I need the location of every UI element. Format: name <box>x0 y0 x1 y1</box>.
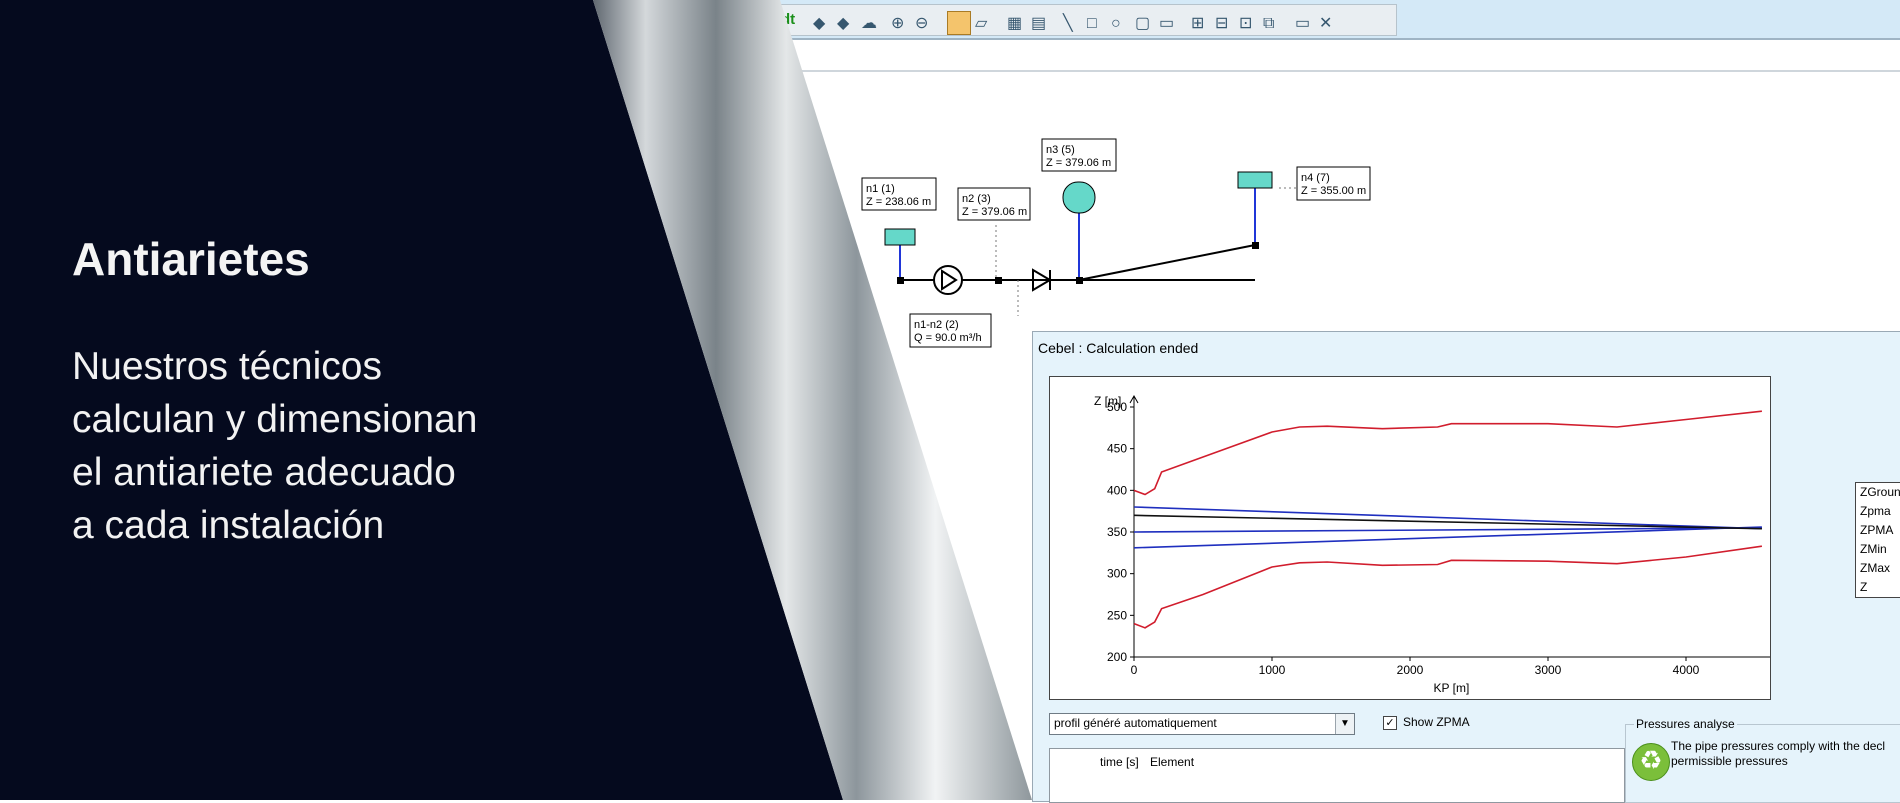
legend-entry: Z <box>1860 580 1868 594</box>
node-marker[interactable] <box>1252 242 1259 249</box>
x-tick-label: 2000 <box>1397 663 1424 677</box>
chart-svg: 2002503003504004505000100020003000400050… <box>1094 394 1838 695</box>
series-line <box>1133 545 1763 629</box>
chart-series <box>1133 410 1763 629</box>
node-name: n2 (3) <box>962 193 991 205</box>
series-line <box>1133 410 1762 496</box>
node-marker[interactable] <box>1076 277 1083 284</box>
y-tick-label: 400 <box>1107 483 1127 497</box>
pipe-flow: Q = 90.0 m³/h <box>914 332 982 344</box>
x-tick-label: 0 <box>1131 663 1138 677</box>
show-zpma-checkbox[interactable]: ✓ <box>1383 716 1397 730</box>
pressures-analysis-title: Pressures analyse <box>1634 717 1737 731</box>
tank-icon[interactable] <box>884 228 916 246</box>
node-elevation: Z = 355.00 m <box>1301 185 1366 197</box>
legend-entry: ZGroun <box>1860 485 1900 499</box>
x-axis-label: KP [m] <box>1434 681 1470 695</box>
hero-line: a cada instalación <box>72 504 385 547</box>
y-tick-label: 350 <box>1107 525 1127 539</box>
node-name: n3 (5) <box>1046 144 1075 156</box>
chart-legend: ZGroun Zpma ZPMA ZMin ZMax Z <box>1855 482 1900 598</box>
node-elevation: Z = 238.06 m <box>866 196 931 208</box>
show-zpma-label: Show ZPMA <box>1403 715 1470 729</box>
node-elevation: Z = 379.06 m <box>962 206 1027 218</box>
x-tick-label: 4000 <box>1673 663 1700 677</box>
node-name: n4 (7) <box>1301 172 1330 184</box>
x-tick-label: 3000 <box>1535 663 1562 677</box>
compliance-icon: ♻ <box>1632 743 1670 781</box>
x-tick-label: 1000 <box>1259 663 1286 677</box>
legend-entry: ZMax <box>1860 561 1890 575</box>
reservoir-icon[interactable] <box>1237 171 1273 189</box>
y-tick-label: 250 <box>1107 608 1127 622</box>
y-tick-label: 200 <box>1107 650 1127 664</box>
dialog-title: Cebel : Calculation ended <box>1038 340 1199 356</box>
node-name: n1 (1) <box>866 183 895 195</box>
profile-select[interactable]: profil généré automatiquement ▼ <box>1049 713 1355 735</box>
table-header-element: Element <box>1150 755 1195 769</box>
hero-line: el antiariete adecuado <box>72 451 456 494</box>
results-table[interactable]: time [s] Element <box>1049 748 1625 803</box>
pressures-analysis-panel: Pressures analyse ♻ The pipe pressures c… <box>1625 717 1900 803</box>
hero-line: Nuestros técnicos <box>72 345 382 388</box>
node-marker[interactable] <box>897 277 904 284</box>
node-marker[interactable] <box>995 277 1002 284</box>
calculation-dialog: Cebel : Calculation ended 200 250 300 350 40… <box>1032 331 1900 803</box>
y-tick-label: 450 <box>1107 442 1127 456</box>
hero-line: calculan y dimensionan <box>72 398 478 441</box>
pipe-name: n1-n2 (2) <box>914 319 959 331</box>
legend-entry: ZPMA <box>1860 523 1894 537</box>
hero-description: Nuestros técnicos calculan y dimensionan… <box>72 340 592 552</box>
branch-pipe <box>1078 244 1256 281</box>
pressures-analysis-message: The pipe pressures comply with the decl … <box>1671 739 1886 768</box>
air-vessel-icon[interactable] <box>1062 181 1096 214</box>
node-elevation: Z = 379.06 m <box>1046 157 1111 169</box>
y-tick-label: 300 <box>1107 567 1127 581</box>
hero-title: Antiarietes <box>72 233 310 285</box>
chart-axes: 2002503003504004505000100020003000400050… <box>1094 394 1838 695</box>
table-header-time: time [s] <box>1100 755 1139 769</box>
pressure-profile-chart: 2002503003504004505000100020003000400050… <box>1049 376 1838 700</box>
y-axis-label: Z [m] <box>1094 394 1121 408</box>
legend-entry: ZMin <box>1860 542 1887 556</box>
chevron-down-icon[interactable]: ▼ <box>1335 714 1354 734</box>
profile-select-value: profil généré automatiquement <box>1054 716 1217 730</box>
legend-entry: Zpma <box>1860 504 1891 518</box>
